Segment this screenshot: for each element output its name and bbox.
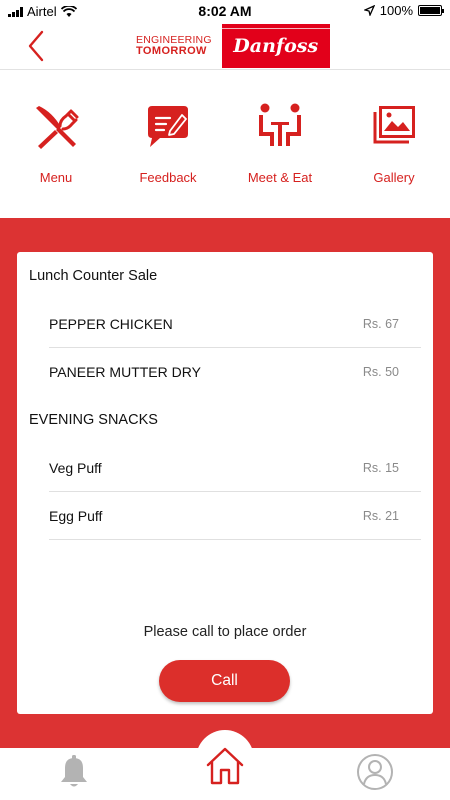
list-item[interactable]: Veg Puff Rs. 15 xyxy=(49,444,421,492)
order-note: Please call to place order xyxy=(143,624,307,640)
home-icon xyxy=(206,747,244,785)
item-name: PEPPER CHICKEN xyxy=(49,316,173,332)
location-arrow-icon xyxy=(363,5,375,16)
tab-bar xyxy=(0,730,450,800)
item-price: Rs. 50 xyxy=(362,365,399,379)
call-button[interactable]: Call xyxy=(159,660,290,702)
gallery-icon xyxy=(373,106,415,144)
content-area: Lunch Counter Sale PEPPER CHICKEN Rs. 67… xyxy=(0,218,450,748)
tagline-line2: TOMORROW xyxy=(136,45,207,57)
nav-label-gallery: Gallery xyxy=(373,170,415,185)
tab-notifications[interactable] xyxy=(58,754,90,795)
nav-label-menu: Menu xyxy=(39,170,73,185)
profile-icon xyxy=(357,754,393,790)
feedback-icon xyxy=(148,106,188,147)
nav-item-menu[interactable]: Menu xyxy=(1,100,111,185)
item-price: Rs. 67 xyxy=(362,317,399,331)
back-button[interactable] xyxy=(22,28,54,64)
bell-icon xyxy=(61,755,87,787)
list-item[interactable]: PANEER MUTTER DRY Rs. 50 xyxy=(49,348,421,396)
nav-label-feedback: Feedback xyxy=(139,170,197,185)
tagline: ENGINEERING TOMORROW xyxy=(136,35,212,57)
meet-eat-icon xyxy=(259,103,301,146)
battery-icon xyxy=(418,5,444,16)
item-name: PANEER MUTTER DRY xyxy=(49,364,201,380)
section-title-snacks: EVENING SNACKS xyxy=(29,412,158,428)
chevron-left-icon xyxy=(28,30,44,62)
icon-nav: Menu Feedback Meet & Eat Gallery xyxy=(0,100,450,200)
item-name: Egg Puff xyxy=(49,508,103,524)
status-right: 100% xyxy=(363,3,444,18)
tab-home[interactable] xyxy=(204,746,246,791)
fork-knife-icon xyxy=(36,106,79,149)
section-title-lunch: Lunch Counter Sale xyxy=(29,268,158,284)
nav-item-gallery[interactable]: Gallery xyxy=(339,100,449,185)
brand: ENGINEERING TOMORROW Danfoss xyxy=(136,24,330,68)
menu-card: Lunch Counter Sale PEPPER CHICKEN Rs. 67… xyxy=(17,252,433,714)
nav-item-feedback[interactable]: Feedback xyxy=(113,100,223,185)
nav-item-meet-eat[interactable]: Meet & Eat xyxy=(225,100,335,185)
battery-percent: 100% xyxy=(379,3,413,18)
item-name: Veg Puff xyxy=(49,460,102,476)
list-item[interactable]: Egg Puff Rs. 21 xyxy=(49,492,421,540)
app-header: ENGINEERING TOMORROW Danfoss xyxy=(0,22,450,70)
item-price: Rs. 21 xyxy=(362,509,399,523)
status-bar: Airtel 8:02 AM 100% xyxy=(0,0,450,22)
tab-profile[interactable] xyxy=(356,753,394,796)
nav-label-meet-eat: Meet & Eat xyxy=(247,170,313,185)
danfoss-logo: Danfoss xyxy=(221,24,330,68)
item-price: Rs. 15 xyxy=(362,461,399,475)
list-item[interactable]: PEPPER CHICKEN Rs. 67 xyxy=(49,300,421,348)
